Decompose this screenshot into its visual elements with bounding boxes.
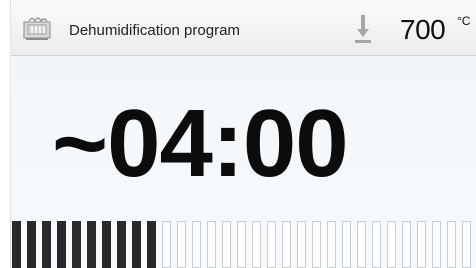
progress-segment-empty: [447, 221, 456, 268]
program-name: Dehumidification program: [69, 22, 240, 39]
progress-segment-empty: [342, 221, 351, 268]
progress-segment-empty: [297, 221, 306, 268]
progress-bar: [12, 221, 476, 268]
progress-segment-empty: [237, 221, 246, 268]
furnace-program-icon: [21, 12, 55, 42]
progress-segment-empty: [267, 221, 276, 268]
progress-segment-filled: [102, 221, 111, 268]
progress-segment-filled: [117, 221, 126, 268]
progress-segment-empty: [417, 221, 426, 268]
progress-segment-empty: [357, 221, 366, 268]
progress-segment-filled: [87, 221, 96, 268]
progress-segment-empty: [372, 221, 381, 268]
progress-segment-empty: [402, 221, 411, 268]
progress-segment-filled: [132, 221, 141, 268]
program-screen: Dehumidification program 700 °C ~04:00: [0, 0, 476, 268]
progress-segment-filled: [57, 221, 66, 268]
progress-segment-empty: [252, 221, 261, 268]
progress-segment-empty: [312, 221, 321, 268]
temperature-unit: °C: [457, 14, 471, 28]
progress-segment-filled: [147, 221, 156, 268]
temperature-value: 700: [400, 14, 446, 45]
progress-segment-empty: [222, 221, 231, 268]
progress-segment-filled: [27, 221, 36, 268]
temperature-lower-icon: [354, 13, 372, 45]
progress-segment-empty: [327, 221, 336, 268]
progress-segment-empty: [282, 221, 291, 268]
progress-segment-empty: [387, 221, 396, 268]
progress-segment-filled: [42, 221, 51, 268]
progress-segment-filled: [12, 221, 21, 268]
program-header: Dehumidification program 700 °C: [11, 0, 476, 56]
progress-segment-filled: [72, 221, 81, 268]
left-edge: [0, 0, 11, 268]
progress-segment-empty: [462, 221, 471, 268]
progress-segment-empty: [432, 221, 441, 268]
progress-segment-empty: [207, 221, 216, 268]
progress-segment-empty: [192, 221, 201, 268]
progress-segment-empty: [177, 221, 186, 268]
progress-segment-empty: [162, 221, 171, 268]
remaining-time: ~04:00: [52, 90, 349, 197]
